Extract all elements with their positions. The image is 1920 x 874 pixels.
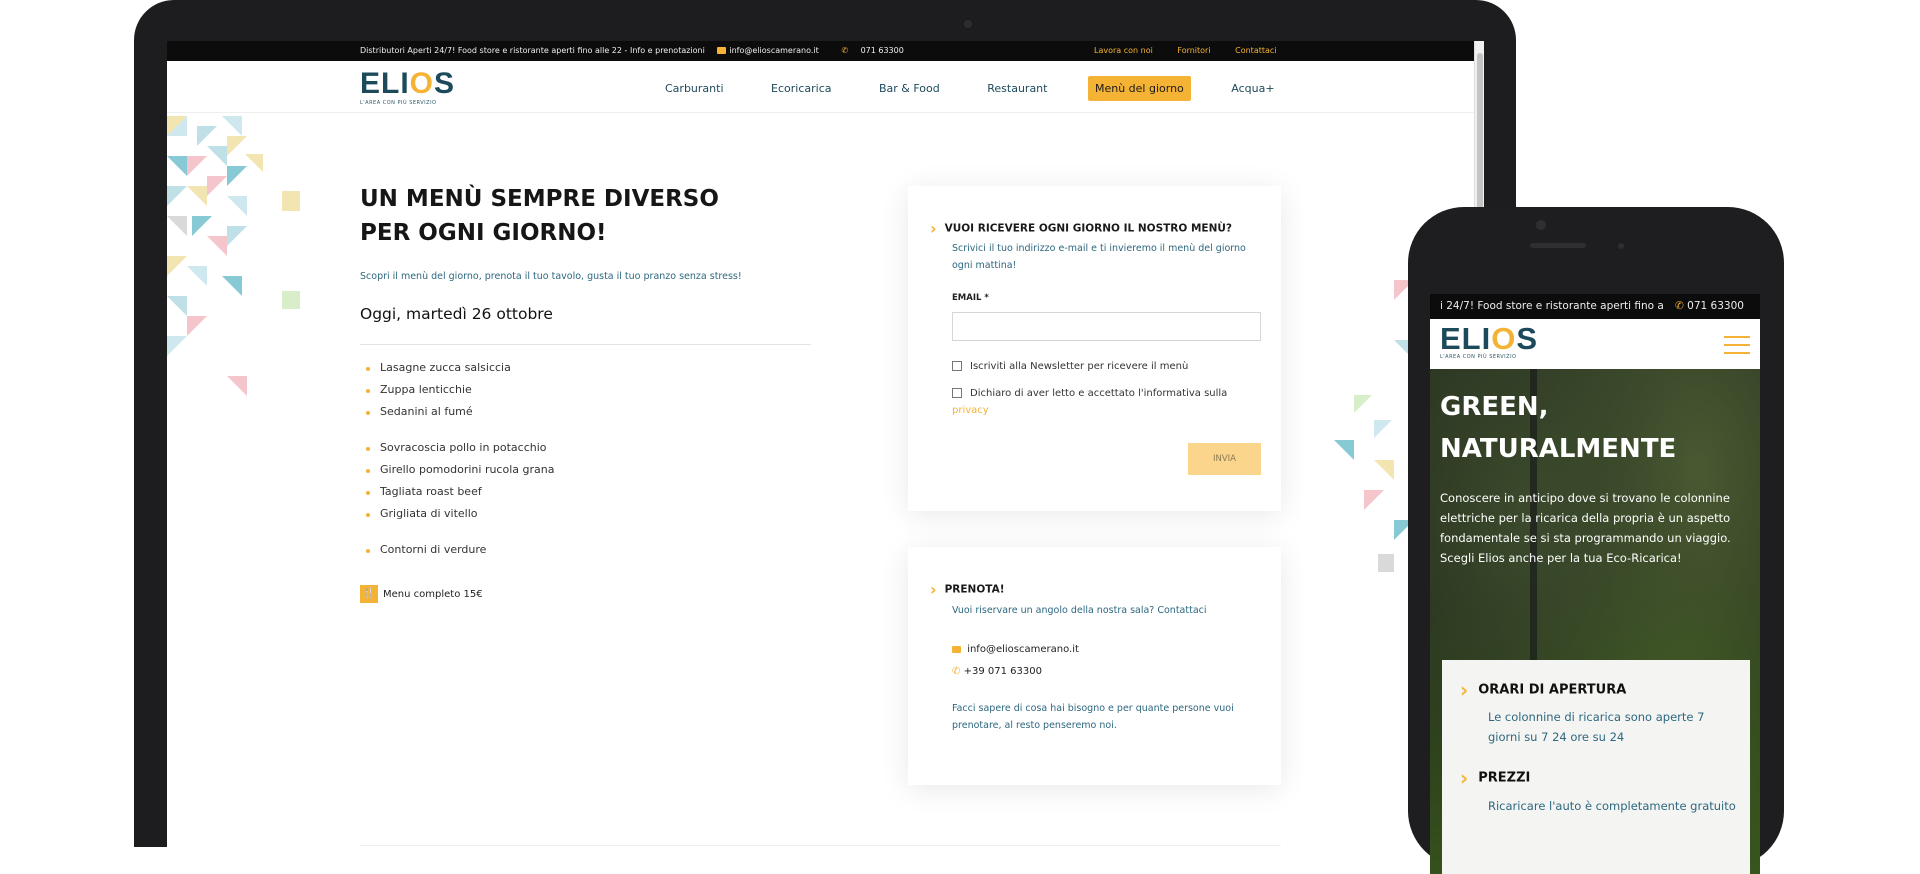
email-field[interactable] xyxy=(952,312,1261,341)
decorative-squares xyxy=(282,191,300,309)
chevron-right-icon: › xyxy=(930,219,937,238)
elios-logo[interactable]: ELIOS L'AREA CON PIÙ SERVIZIO xyxy=(1440,323,1538,360)
decorative-triangles xyxy=(167,116,287,396)
chevron-right-icon: › xyxy=(1460,678,1469,702)
nav-menu-del-giorno[interactable]: Menù del giorno xyxy=(1087,76,1191,101)
topbar-info: Distributori Aperti 24/7! Food store e r… xyxy=(360,46,705,55)
mail-icon xyxy=(952,645,961,653)
topbar-phone[interactable]: ✆ 071 63300 xyxy=(841,46,914,55)
menu-item: Sedanini al fumé xyxy=(360,401,554,423)
logo-tagline: L'AREA CON PIÙ SERVIZIO xyxy=(360,100,437,106)
menu-item: Zuppa lenticchie xyxy=(360,379,554,401)
menu-item: Grigliata di vitello xyxy=(360,503,554,525)
menu-item: Tagliata roast beef xyxy=(360,481,554,503)
nav-ecoricarica[interactable]: Ecoricarica xyxy=(764,76,838,101)
desktop-topbar: Distributori Aperti 24/7! Food store e r… xyxy=(167,41,1484,61)
booking-note: Facci sapere di cosa hai bisogno e per q… xyxy=(952,703,1234,731)
topbar-link-contattaci[interactable]: Contattaci xyxy=(1235,46,1276,55)
desktop-navbar: ELIOS L'AREA CON PIÙ SERVIZIO Carburanti… xyxy=(167,61,1474,113)
divider xyxy=(360,344,811,345)
mobile-hero: GREEN, NATURALMENTE Conoscere in anticip… xyxy=(1430,369,1760,874)
phone-icon: ✆ xyxy=(841,46,849,55)
footer-divider xyxy=(360,845,1281,846)
mobile-info-card: › ORARI DI APERTURA Le colonnine di ricar… xyxy=(1442,660,1750,874)
mobile-topbar-text: i 24/7! Food store e ristorante aperti f… xyxy=(1440,300,1664,312)
email-label: EMAIL * xyxy=(952,293,989,303)
topbar-link-fornitori[interactable]: Fornitori xyxy=(1177,46,1210,55)
hamburger-menu-icon[interactable] xyxy=(1724,336,1750,354)
chevron-right-icon: › xyxy=(1460,766,1469,790)
hero-subtitle: Scopri il menù del giorno, prenota il tu… xyxy=(360,271,742,282)
privacy-checkbox[interactable]: Dichiaro di aver letto e accettato l'inf… xyxy=(952,385,1272,419)
checkbox-box[interactable] xyxy=(952,388,962,398)
scrollbar-thumb[interactable] xyxy=(1477,53,1483,223)
checkbox-box[interactable] xyxy=(952,361,962,371)
booking-phone[interactable]: ✆ +39 071 63300 xyxy=(952,666,1042,677)
nav-restaurant[interactable]: Restaurant xyxy=(980,76,1054,101)
elios-logo[interactable]: ELIOS L'AREA CON PIÙ SERVIZIO xyxy=(360,69,455,107)
mobile-hero-text: Conoscere in anticipo dove si trovano le… xyxy=(1440,491,1731,565)
menu-list: Lasagne zucca salsiccia Zuppa lenticchie… xyxy=(360,357,554,561)
booking-text: Vuoi riservare un angolo della nostra sa… xyxy=(952,605,1207,616)
privacy-link[interactable]: privacy xyxy=(952,405,989,416)
hero-title: UN MENÙ SEMPRE DIVERSO PER OGNI GIORNO! xyxy=(360,186,719,246)
phone-speaker xyxy=(1530,243,1586,248)
card-text-orari: Le colonnine di ricarica sono aperte 7 g… xyxy=(1488,710,1705,744)
mobile-topbar-phone[interactable]: ✆ 071 63300 xyxy=(1675,300,1744,312)
phone-camera xyxy=(1536,220,1546,230)
card-title-prezzi: PREZZI xyxy=(1478,770,1531,786)
newsletter-title: VUOI RICEVERE OGNI GIORNO IL NOSTRO MENÙ… xyxy=(944,222,1233,235)
phone-icon: ✆ xyxy=(952,666,961,677)
decorative-triangles-right xyxy=(1334,280,1414,572)
menu-item: Lasagne zucca salsiccia xyxy=(360,357,554,379)
nav-bar-food[interactable]: Bar & Food xyxy=(872,76,947,101)
topbar-link-lavora[interactable]: Lavora con noi xyxy=(1094,46,1153,55)
newsletter-text: Scrivici il tuo indirizzo e-mail e ti in… xyxy=(952,243,1246,271)
card-title-orari: ORARI DI APERTURA xyxy=(1478,682,1627,698)
mobile-screen: i 24/7! Food store e ristorante aperti f… xyxy=(1430,294,1760,874)
menu-price: 🍴 Menu completo 15€ xyxy=(360,585,483,603)
mobile-topbar: i 24/7! Food store e ristorante aperti f… xyxy=(1430,294,1760,319)
booking-title: PRENOTA! xyxy=(944,583,1005,596)
menu-item: Sovracoscia pollo in potacchio xyxy=(360,437,554,459)
chevron-right-icon: › xyxy=(930,580,937,599)
phone-sensor xyxy=(1618,243,1624,249)
nav-acqua[interactable]: Acqua+ xyxy=(1224,76,1281,101)
menu-item: Girello pomodorini rucola grana xyxy=(360,459,554,481)
main-nav: Carburanti Ecoricarica Bar & Food Restau… xyxy=(658,76,1312,101)
desktop-screen: Distributori Aperti 24/7! Food store e r… xyxy=(167,41,1484,847)
mobile-navbar: ELIOS L'AREA CON PIÙ SERVIZIO xyxy=(1430,319,1760,369)
laptop-camera xyxy=(964,20,972,28)
mobile-hero-title: GREEN, NATURALMENTE xyxy=(1440,392,1677,464)
phone-icon: ✆ xyxy=(1675,300,1684,312)
newsletter-checkbox[interactable]: Iscriviti alla Newsletter per ricevere i… xyxy=(952,358,1188,375)
mail-icon xyxy=(717,47,727,54)
menu-item: Contorni di verdure xyxy=(360,539,554,561)
cutlery-icon: 🍴 xyxy=(360,585,378,603)
booking-card: › PRENOTA! Vuoi riservare un angolo della… xyxy=(908,547,1281,785)
menu-date: Oggi, martedì 26 ottobre xyxy=(360,305,553,323)
submit-button[interactable]: INVIA xyxy=(1188,443,1261,475)
nav-carburanti[interactable]: Carburanti xyxy=(658,76,731,101)
topbar-email[interactable]: info@elioscamerano.it xyxy=(717,46,828,55)
newsletter-card: › VUOI RICEVERE OGNI GIORNO IL NOSTRO MEN… xyxy=(908,186,1281,511)
booking-email[interactable]: info@elioscamerano.it xyxy=(952,644,1079,655)
card-text-prezzi: Ricaricare l'auto è completamente gratui… xyxy=(1488,799,1736,813)
phone-mockup: i 24/7! Food store e ristorante aperti f… xyxy=(1408,207,1784,874)
